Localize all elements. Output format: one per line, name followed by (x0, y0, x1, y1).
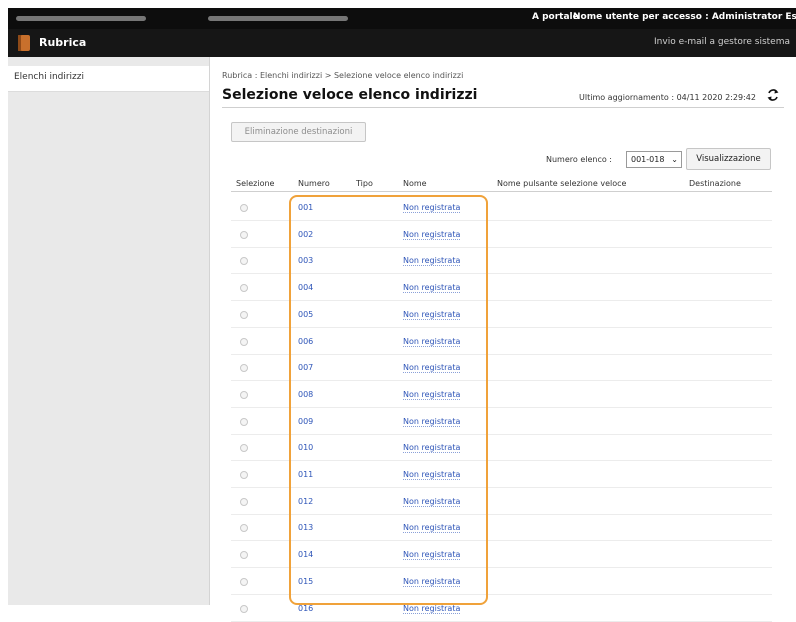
entry-name-link[interactable]: Non registrata (403, 363, 461, 374)
selection-radio[interactable] (240, 257, 248, 266)
column-header-number: Numero (298, 179, 330, 188)
column-header-selection: Selezione (236, 179, 275, 188)
table-row: 006 Non registrata (231, 329, 772, 355)
column-header-name: Nome (403, 179, 427, 188)
device-address-redacted (208, 16, 348, 21)
table-row: 016 Non registrata (231, 596, 772, 622)
entry-number-link[interactable]: 003 (298, 256, 313, 265)
table-row: 012 Non registrata (231, 489, 772, 515)
title-divider (222, 107, 784, 108)
entry-name-link[interactable]: Non registrata (403, 256, 461, 267)
chevron-down-icon: ⌄ (671, 155, 678, 164)
breadcrumb: Rubrica : Elenchi indirizzi > Selezione … (222, 71, 464, 80)
column-header-type: Tipo (356, 179, 373, 188)
entry-number-link[interactable]: 012 (298, 497, 313, 506)
entry-name-link[interactable]: Non registrata (403, 550, 461, 561)
table-row: 001 Non registrata (231, 195, 772, 221)
entry-number-link[interactable]: 010 (298, 443, 313, 452)
refresh-icon[interactable] (766, 88, 780, 102)
selection-radio[interactable] (240, 310, 248, 319)
selection-radio[interactable] (240, 577, 248, 586)
selection-radio[interactable] (240, 390, 248, 399)
rubrica-book-icon (18, 35, 30, 51)
last-update: Ultimo aggiornamento : 04/11 2020 2:29:4… (579, 93, 756, 102)
entry-number-link[interactable]: 008 (298, 390, 313, 399)
entry-name-link[interactable]: Non registrata (403, 523, 461, 534)
entry-number-link[interactable]: 002 (298, 230, 313, 239)
list-number-label: Numero elenco : (546, 155, 612, 164)
entry-number-link[interactable]: 013 (298, 523, 313, 532)
top-bar: A portale Nome utente per accesso : Admi… (8, 8, 796, 29)
table-row: 008 Non registrata (231, 382, 772, 408)
selection-radio[interactable] (240, 204, 248, 212)
table-row: 005 Non registrata (231, 302, 772, 328)
delete-destinations-button[interactable]: Eliminazione destinazioni (231, 122, 366, 142)
entry-name-link[interactable]: Non registrata (403, 390, 461, 400)
entry-number-link[interactable]: 009 (298, 417, 313, 426)
entry-name-link[interactable]: Non registrata (403, 310, 461, 320)
entry-number-link[interactable]: 015 (298, 577, 313, 586)
entry-number-link[interactable]: 004 (298, 283, 313, 292)
entry-name-link[interactable]: Non registrata (403, 203, 461, 213)
view-button[interactable]: Visualizzazione (686, 148, 771, 170)
selection-radio[interactable] (240, 284, 248, 293)
entry-name-link[interactable]: Non registrata (403, 283, 461, 294)
table-row: 010 Non registrata (231, 435, 772, 462)
table-row: 015 Non registrata (231, 569, 772, 595)
portal-link[interactable]: A portale (532, 12, 579, 22)
column-header-speed-dial-name: Nome pulsante selezione veloce (497, 179, 627, 188)
selection-radio[interactable] (240, 230, 248, 239)
selection-radio[interactable] (240, 417, 248, 426)
device-name-redacted (16, 16, 146, 21)
selection-radio[interactable] (240, 497, 248, 506)
entry-number-link[interactable]: 006 (298, 337, 313, 346)
selection-radio[interactable] (240, 471, 248, 479)
entry-name-link[interactable]: Non registrata (403, 443, 461, 454)
sidebar-item-address-lists[interactable]: Elenchi indirizzi (8, 66, 209, 92)
entry-name-link[interactable]: Non registrata (403, 337, 461, 347)
table-row: 014 Non registrata (231, 542, 772, 569)
app-bar: Rubrica Invio e-mail a gestore sistema (8, 29, 796, 57)
sidebar: Elenchi indirizzi (8, 57, 210, 605)
table-row: 003 Non registrata (231, 248, 772, 275)
table-row: 009 Non registrata (231, 409, 772, 435)
entry-number-link[interactable]: 011 (298, 470, 313, 479)
page-title: Selezione veloce elenco indirizzi (222, 87, 478, 103)
table-row: 004 Non registrata (231, 275, 772, 302)
table-row: 007 Non registrata (231, 355, 772, 382)
mail-admin-link[interactable]: Invio e-mail a gestore sistema (654, 37, 790, 47)
table-row: 013 Non registrata (231, 515, 772, 542)
selection-radio[interactable] (240, 337, 248, 346)
entry-number-link[interactable]: 001 (298, 203, 313, 212)
selection-radio[interactable] (240, 524, 248, 533)
row-divider (231, 620, 772, 622)
column-header-destination: Destinazione (689, 179, 741, 188)
table-row: 011 Non registrata (231, 462, 772, 488)
entry-number-link[interactable]: 014 (298, 550, 313, 559)
list-number-value: 001-018 (631, 155, 665, 164)
selection-radio[interactable] (240, 444, 248, 453)
table-row: 002 Non registrata (231, 222, 772, 248)
entry-name-link[interactable]: Non registrata (403, 417, 461, 427)
entry-number-link[interactable]: 005 (298, 310, 313, 319)
table-header-divider (231, 191, 772, 192)
app-title: Rubrica (39, 36, 87, 49)
entry-name-link[interactable]: Non registrata (403, 577, 461, 587)
entry-name-link[interactable]: Non registrata (403, 470, 461, 480)
selection-radio[interactable] (240, 551, 248, 560)
entry-name-link[interactable]: Non registrata (403, 604, 461, 614)
entry-name-link[interactable]: Non registrata (403, 497, 461, 507)
selection-radio[interactable] (240, 364, 248, 373)
list-number-select[interactable]: 001-018 ⌄ (626, 151, 682, 168)
entry-name-link[interactable]: Non registrata (403, 230, 461, 240)
login-user-info[interactable]: Nome utente per accesso : Administrator … (573, 12, 796, 22)
entry-number-link[interactable]: 007 (298, 363, 313, 372)
selection-radio[interactable] (240, 604, 248, 613)
